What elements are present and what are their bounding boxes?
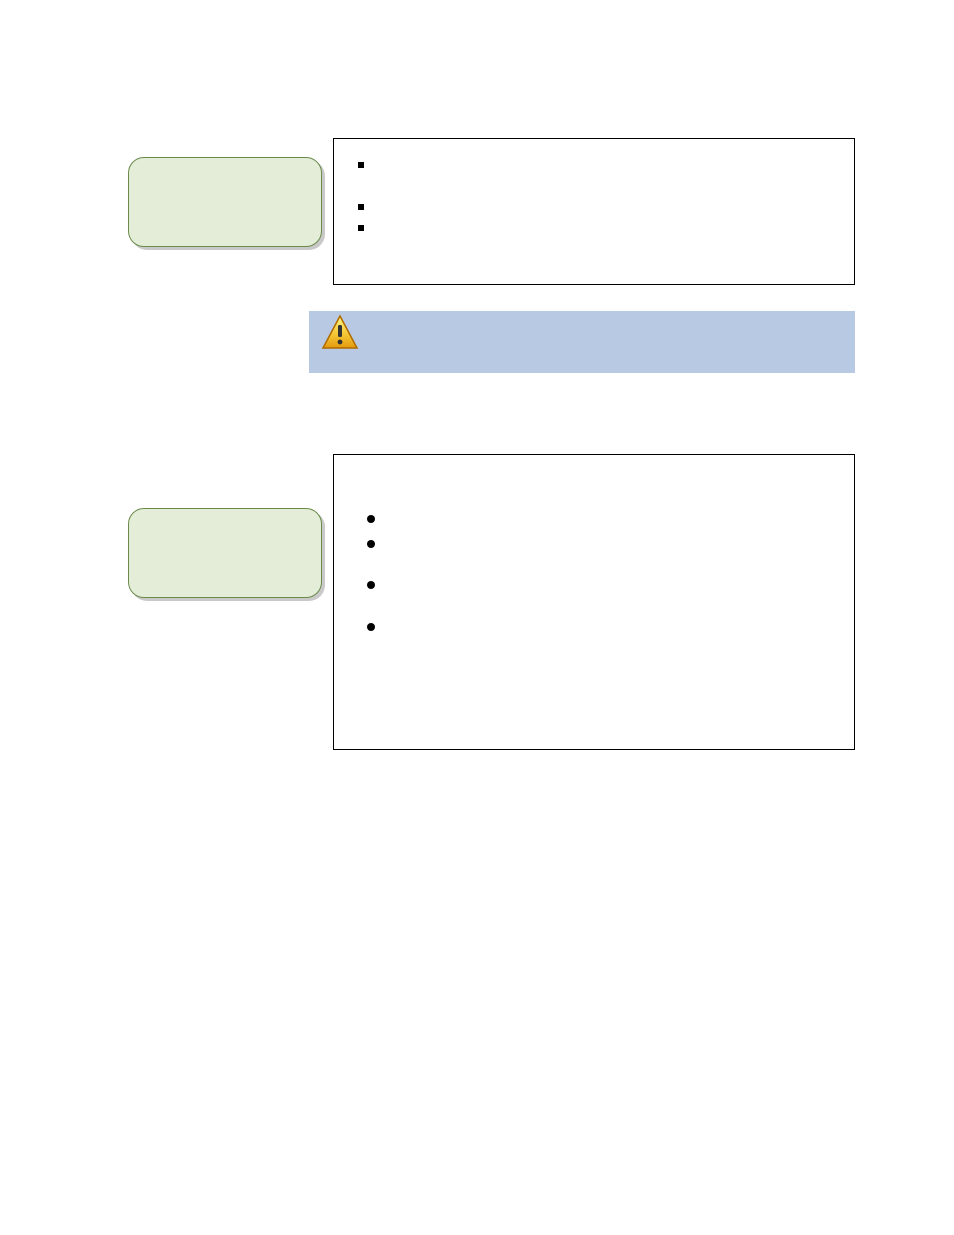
alert-bar [309,311,855,373]
content-box [333,138,855,285]
content-box [333,454,855,750]
round-bullet-icon [367,540,375,548]
warning-icon [320,313,360,353]
callout-box [128,157,322,247]
square-bullet-icon [358,225,364,231]
callout-box [128,508,322,598]
square-bullet-icon [358,204,364,210]
round-bullet-icon [367,623,375,631]
square-bullet-icon [358,162,364,168]
round-bullet-icon [367,581,375,589]
round-bullet-icon [367,515,375,523]
